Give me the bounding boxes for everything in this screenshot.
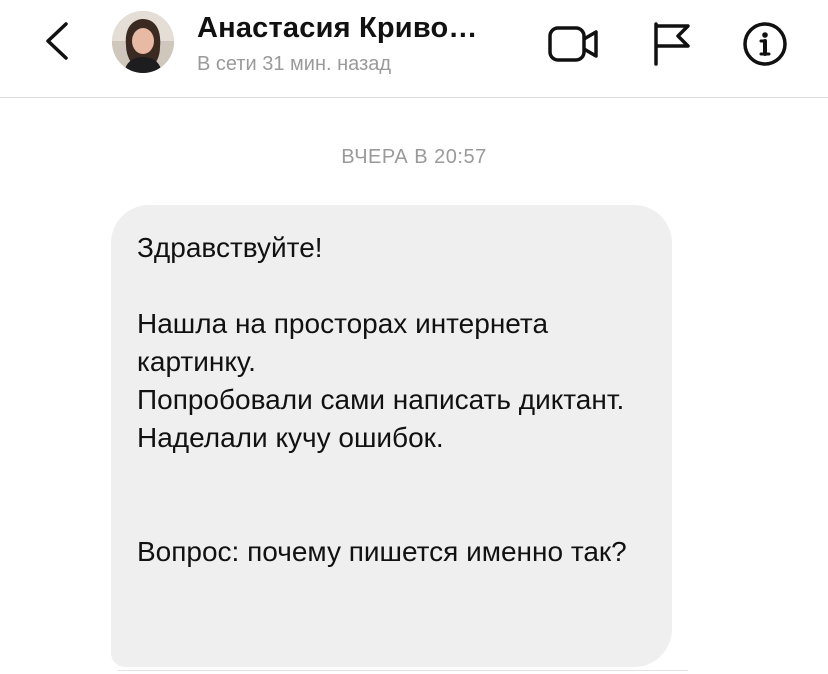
info-icon	[743, 22, 787, 66]
chat-header: Анастасия Криво… В сети 31 мин. назад	[0, 0, 828, 98]
message-text: Здравствуйте! Нашла на просторах интерне…	[137, 232, 627, 567]
contact-name[interactable]: Анастасия Криво…	[197, 12, 478, 45]
online-status: В сети 31 мин. назад	[197, 53, 392, 75]
report-button[interactable]	[650, 20, 694, 66]
message-timestamp: ВЧЕРА В 20:57	[341, 146, 487, 168]
avatar[interactable]	[112, 11, 174, 73]
chevron-left-icon	[46, 22, 68, 60]
video-camera-icon	[548, 26, 598, 62]
info-button[interactable]	[741, 20, 789, 68]
back-button[interactable]	[38, 18, 78, 64]
avatar-photo	[112, 11, 174, 73]
flag-icon	[654, 22, 690, 66]
divider	[118, 670, 688, 671]
message-bubble[interactable]: Здравствуйте! Нашла на просторах интерне…	[111, 205, 672, 667]
video-call-button[interactable]	[548, 24, 600, 64]
